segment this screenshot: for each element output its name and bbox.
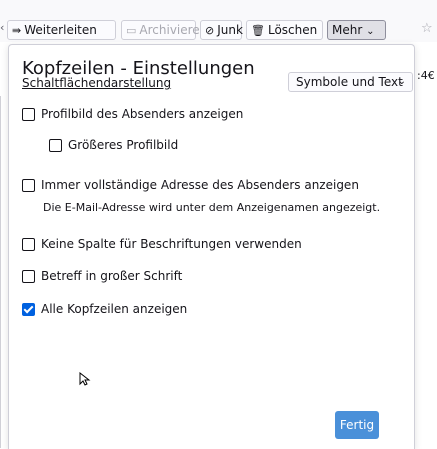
junk-icon: ⊘: [205, 24, 215, 37]
done-button[interactable]: Fertig: [335, 411, 379, 439]
option-large-subject[interactable]: Betreff in großer Schrift: [22, 269, 202, 287]
option-full-address[interactable]: Immer vollständige Adresse des Absenders…: [22, 178, 382, 196]
checkbox[interactable]: [22, 108, 35, 121]
message-pane-border: [0, 96, 1, 448]
background-date-fragment: :4€: [417, 69, 435, 82]
junk-button[interactable]: ⊘ Junk: [200, 20, 243, 40]
button-display-select[interactable]: Symbole und Text ⌄: [288, 72, 413, 92]
option-all-headers[interactable]: Alle Kopfzeilen anzeigen: [22, 302, 202, 320]
delete-button[interactable]: 🗑 Löschen: [246, 20, 323, 40]
archive-icon: ▭: [126, 24, 137, 37]
toolbar-edge-glyph: ‹: [0, 21, 5, 34]
star-icon[interactable]: ☆: [421, 21, 433, 36]
checkbox[interactable]: [22, 179, 35, 192]
message-header-toolbar: ‹ ⇛ Weiterleiten ▭ Archivieren ⊘ Junk 🗑 Lösc…: [0, 0, 437, 42]
option-no-label-column[interactable]: Keine Spalte für Beschriftungen verwende…: [22, 237, 312, 255]
chevron-down-icon: ⌄: [397, 76, 406, 87]
option-large-avatar[interactable]: Größeres Profilbild: [49, 138, 229, 156]
checkbox-checked[interactable]: [22, 303, 35, 316]
mouse-cursor: [79, 372, 91, 386]
header-settings-panel: Kopfzeilen - Einstellungen Schaltflächen…: [8, 44, 415, 449]
chevron-down-icon: ⌄: [366, 26, 375, 37]
more-button[interactable]: Mehr ⌄: [327, 20, 386, 40]
button-display-label: Schaltflächendarstellung: [22, 76, 172, 90]
option-show-avatar[interactable]: Profilbild des Absenders anzeigen: [22, 107, 282, 125]
checkbox[interactable]: [22, 238, 35, 251]
full-address-description: Die E-Mail-Adresse wird unter dem Anzeig…: [43, 201, 381, 214]
forward-button[interactable]: ⇛ Weiterleiten: [7, 20, 116, 40]
forward-icon: ⇛: [12, 24, 22, 37]
checkbox[interactable]: [49, 139, 62, 152]
archive-button[interactable]: ▭ Archivieren: [121, 20, 207, 40]
checkbox[interactable]: [22, 270, 35, 283]
trash-icon: 🗑: [251, 24, 265, 37]
